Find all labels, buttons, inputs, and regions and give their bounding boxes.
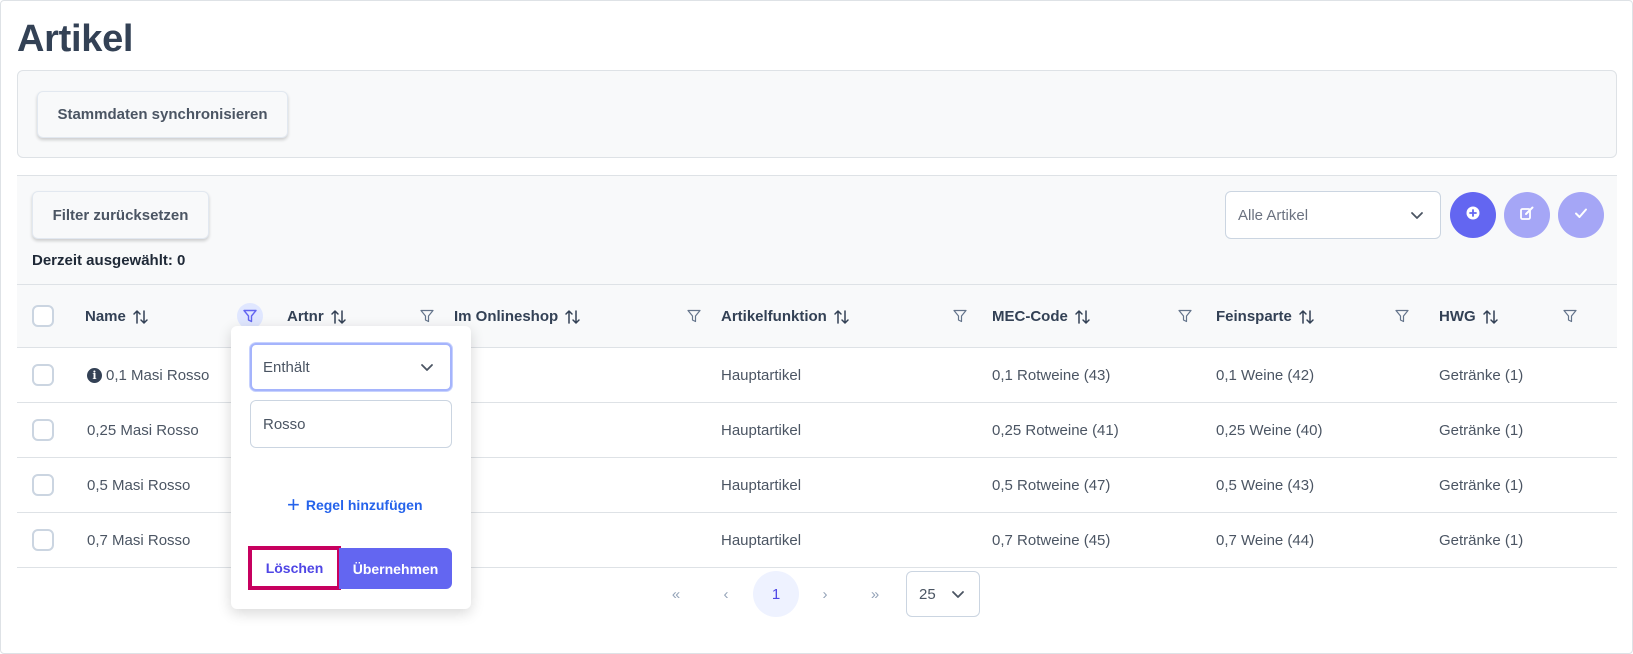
filter-icon[interactable] bbox=[1557, 303, 1583, 329]
last-page-button[interactable]: » bbox=[855, 570, 895, 618]
column-label: Name bbox=[85, 308, 126, 325]
page-size-value: 25 bbox=[919, 585, 936, 603]
column-header-onlineshop[interactable]: Im Onlineshop bbox=[454, 285, 582, 348]
cell-mec-code: 0,5 Rotweine (47) bbox=[992, 477, 1111, 494]
cell-mec-code: 0,1 Rotweine (43) bbox=[992, 367, 1111, 384]
column-label: Im Onlineshop bbox=[454, 308, 559, 325]
selected-count: Derzeit ausgewählt: 0 bbox=[32, 252, 186, 269]
cell-mec-code: 0,25 Rotweine (41) bbox=[992, 422, 1119, 439]
cell-feinsparte: 0,5 Weine (43) bbox=[1216, 477, 1315, 494]
cell-feinsparte: 0,25 Weine (40) bbox=[1216, 422, 1323, 439]
select-all-checkbox[interactable] bbox=[32, 305, 54, 327]
column-label: Artnr bbox=[287, 308, 324, 325]
column-label: Artikelfunktion bbox=[721, 308, 827, 325]
prev-page-button[interactable]: ‹ bbox=[706, 570, 746, 618]
sync-master-data-button[interactable]: Stammdaten synchronisieren bbox=[37, 91, 288, 138]
table-header-toolbar: Filter zurücksetzen Derzeit ausgewählt: … bbox=[17, 175, 1617, 285]
page-size-select[interactable]: 25 bbox=[906, 571, 980, 617]
column-header-hwg[interactable]: HWG bbox=[1439, 285, 1500, 348]
column-header-mec-code[interactable]: MEC-Code bbox=[992, 285, 1092, 348]
sort-icon[interactable] bbox=[132, 308, 150, 326]
filter-icon[interactable] bbox=[681, 303, 707, 329]
row-checkbox[interactable] bbox=[32, 419, 54, 441]
add-article-button[interactable] bbox=[1450, 192, 1496, 238]
sort-icon[interactable] bbox=[833, 308, 851, 326]
match-mode-select[interactable]: Enthält bbox=[250, 343, 452, 391]
plus-icon: + bbox=[287, 492, 300, 517]
chevron-down-icon bbox=[949, 585, 967, 607]
column-label: MEC-Code bbox=[992, 308, 1068, 325]
cell-name-text: 0,1 Masi Rosso bbox=[106, 367, 210, 384]
cell-hwg: Getränke (1) bbox=[1439, 477, 1524, 494]
cell-artikelfunktion: Hauptartikel bbox=[721, 477, 802, 494]
page-title: Artikel bbox=[17, 18, 134, 60]
cell-feinsparte: 0,7 Weine (44) bbox=[1216, 532, 1315, 549]
column-header-feinsparte[interactable]: Feinsparte bbox=[1216, 285, 1316, 348]
add-icon bbox=[1465, 205, 1481, 226]
cell-hwg: Getränke (1) bbox=[1439, 532, 1524, 549]
next-page-button[interactable]: › bbox=[805, 570, 845, 618]
filter-icon[interactable] bbox=[1389, 303, 1415, 329]
column-header-name[interactable]: Name bbox=[85, 285, 150, 348]
apply-filter-button[interactable]: Übernehmen bbox=[339, 548, 452, 589]
filter-icon[interactable] bbox=[1172, 303, 1198, 329]
confirm-button[interactable] bbox=[1558, 192, 1604, 238]
filter-icon[interactable] bbox=[947, 303, 973, 329]
add-rule-button[interactable]: + Regel hinzufügen bbox=[287, 494, 423, 516]
cell-artikelfunktion: Hauptartikel bbox=[721, 532, 802, 549]
edit-article-button[interactable] bbox=[1504, 192, 1550, 238]
match-mode-value: Enthält bbox=[263, 358, 310, 376]
info-icon[interactable]: i bbox=[87, 368, 102, 383]
row-checkbox[interactable] bbox=[32, 364, 54, 386]
cell-feinsparte: 0,1 Weine (42) bbox=[1216, 367, 1315, 384]
filter-value-input[interactable] bbox=[250, 400, 452, 448]
check-icon bbox=[1573, 205, 1589, 226]
sort-icon[interactable] bbox=[1074, 308, 1092, 326]
cell-name: i 0,1 Masi Rosso bbox=[87, 348, 209, 403]
add-rule-label: Regel hinzufügen bbox=[305, 497, 423, 513]
cell-mec-code: 0,7 Rotweine (45) bbox=[992, 532, 1111, 549]
cell-hwg: Getränke (1) bbox=[1439, 367, 1524, 384]
cell-name: 0,7 Masi Rosso bbox=[87, 532, 191, 549]
article-view-select[interactable]: Alle Artikel bbox=[1225, 191, 1441, 239]
article-view-select-value: Alle Artikel bbox=[1238, 206, 1309, 224]
cell-hwg: Getränke (1) bbox=[1439, 422, 1524, 439]
sort-icon[interactable] bbox=[564, 308, 582, 326]
column-label: Feinsparte bbox=[1216, 308, 1292, 325]
current-page-button[interactable]: 1 bbox=[753, 571, 799, 617]
reset-filter-button[interactable]: Filter zurücksetzen bbox=[32, 191, 209, 239]
edit-icon bbox=[1519, 205, 1535, 226]
chevron-down-icon bbox=[1408, 206, 1426, 228]
column-filter-popover: Enthält + Regel hinzufügen Löschen Übern… bbox=[231, 326, 471, 609]
sort-icon[interactable] bbox=[1298, 308, 1316, 326]
column-header-artikelfunktion[interactable]: Artikelfunktion bbox=[721, 285, 851, 348]
cell-artikelfunktion: Hauptartikel bbox=[721, 367, 802, 384]
clear-filter-button[interactable]: Löschen bbox=[248, 546, 341, 590]
cell-artikelfunktion: Hauptartikel bbox=[721, 422, 802, 439]
cell-name: 0,25 Masi Rosso bbox=[87, 422, 199, 439]
row-checkbox[interactable] bbox=[32, 529, 54, 551]
row-checkbox[interactable] bbox=[32, 474, 54, 496]
sort-icon[interactable] bbox=[1482, 308, 1500, 326]
first-page-button[interactable]: « bbox=[656, 570, 696, 618]
column-label: HWG bbox=[1439, 308, 1476, 325]
cell-name: 0,5 Masi Rosso bbox=[87, 477, 191, 494]
chevron-down-icon bbox=[418, 358, 436, 380]
sort-icon[interactable] bbox=[330, 308, 348, 326]
